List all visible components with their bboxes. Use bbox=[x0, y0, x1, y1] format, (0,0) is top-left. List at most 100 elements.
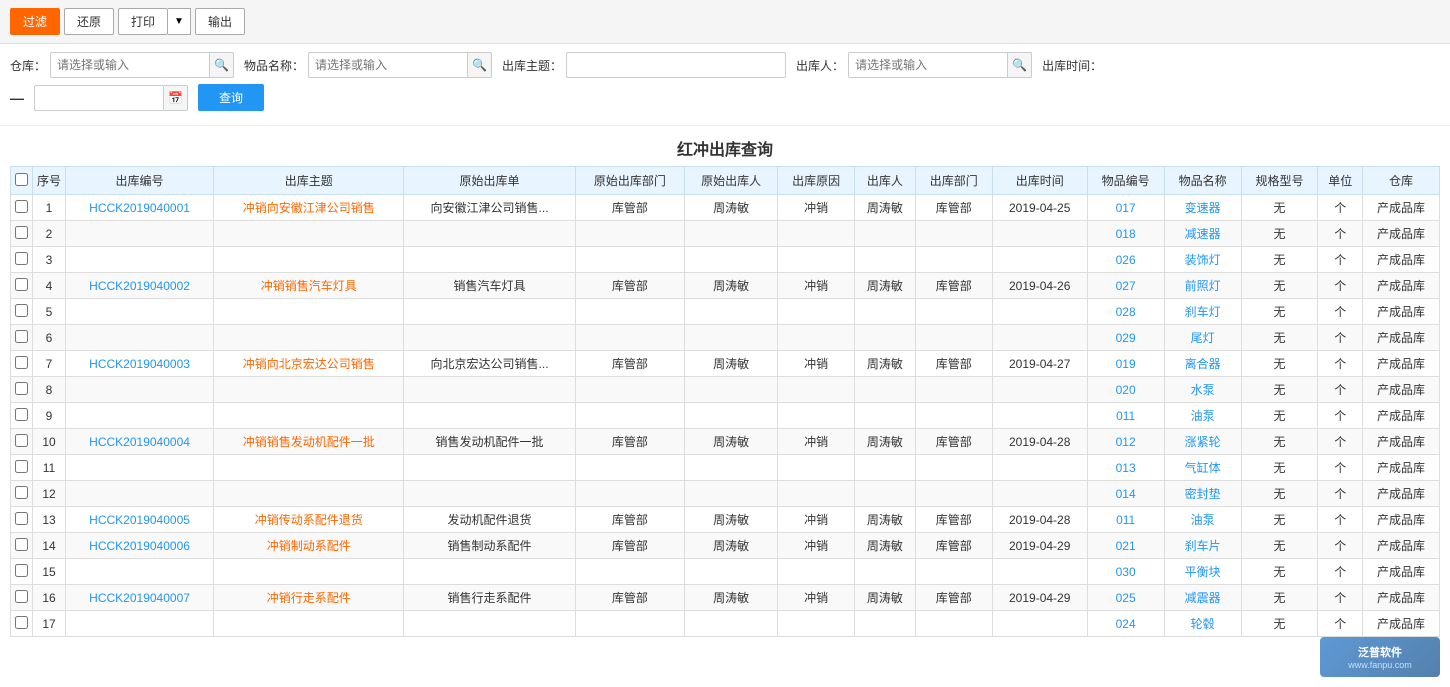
item-name-link[interactable]: 油泵 bbox=[1191, 409, 1215, 423]
item-no-link[interactable]: 013 bbox=[1116, 461, 1136, 475]
row-checkbox[interactable] bbox=[15, 616, 28, 629]
row-checkbox-cell[interactable] bbox=[11, 299, 33, 325]
date-input[interactable] bbox=[34, 85, 164, 111]
row-checkbox-cell[interactable] bbox=[11, 195, 33, 221]
row-checkbox[interactable] bbox=[15, 512, 28, 525]
row-checkbox-cell[interactable] bbox=[11, 377, 33, 403]
warehouse-search-icon[interactable]: 🔍 bbox=[210, 52, 234, 78]
row-checkbox[interactable] bbox=[15, 226, 28, 239]
operator-search-icon[interactable]: 🔍 bbox=[1008, 52, 1032, 78]
row-checkbox-cell[interactable] bbox=[11, 585, 33, 611]
row-checkbox[interactable] bbox=[15, 382, 28, 395]
row-checkbox[interactable] bbox=[15, 408, 28, 421]
subject-link[interactable]: 冲销向北京宏达公司销售 bbox=[243, 357, 375, 371]
row-checkbox[interactable] bbox=[15, 486, 28, 499]
item-name-link[interactable]: 离合器 bbox=[1185, 357, 1221, 371]
item-no-link[interactable]: 019 bbox=[1116, 357, 1136, 371]
row-checkbox-cell[interactable] bbox=[11, 611, 33, 637]
print-button[interactable]: 打印 bbox=[118, 8, 168, 35]
row-checkbox[interactable] bbox=[15, 434, 28, 447]
item-name-link[interactable]: 涨紧轮 bbox=[1185, 435, 1221, 449]
code-link[interactable]: HCCK2019040001 bbox=[89, 201, 190, 215]
item-no-link[interactable]: 029 bbox=[1116, 331, 1136, 345]
row-checkbox[interactable] bbox=[15, 252, 28, 265]
subject-input[interactable] bbox=[566, 52, 786, 78]
row-checkbox-cell[interactable] bbox=[11, 507, 33, 533]
row-checkbox[interactable] bbox=[15, 278, 28, 291]
subject-link[interactable]: 冲销销售汽车灯具 bbox=[261, 279, 357, 293]
item-no-link[interactable]: 024 bbox=[1116, 617, 1136, 631]
code-link[interactable]: HCCK2019040002 bbox=[89, 279, 190, 293]
filter-button[interactable]: 过滤 bbox=[10, 8, 60, 35]
item-no-link[interactable]: 025 bbox=[1116, 591, 1136, 605]
row-checkbox-cell[interactable] bbox=[11, 247, 33, 273]
item-name-link[interactable]: 减速器 bbox=[1185, 227, 1221, 241]
item-no-link[interactable]: 014 bbox=[1116, 487, 1136, 501]
row-checkbox-cell[interactable] bbox=[11, 533, 33, 559]
row-checkbox[interactable] bbox=[15, 590, 28, 603]
item-no-link[interactable]: 030 bbox=[1116, 565, 1136, 579]
row-checkbox-cell[interactable] bbox=[11, 429, 33, 455]
item-name-input[interactable] bbox=[308, 52, 468, 78]
code-link[interactable]: HCCK2019040006 bbox=[89, 539, 190, 553]
code-link[interactable]: HCCK2019040003 bbox=[89, 357, 190, 371]
item-no-link[interactable]: 026 bbox=[1116, 253, 1136, 267]
item-name-link[interactable]: 水泵 bbox=[1191, 383, 1215, 397]
item-name-link[interactable]: 刹车灯 bbox=[1185, 305, 1221, 319]
row-checkbox-cell[interactable] bbox=[11, 559, 33, 585]
item-no-link[interactable]: 028 bbox=[1116, 305, 1136, 319]
item-name-link[interactable]: 前照灯 bbox=[1185, 279, 1221, 293]
row-checkbox[interactable] bbox=[15, 564, 28, 577]
row-checkbox-cell[interactable] bbox=[11, 481, 33, 507]
code-link[interactable]: HCCK2019040005 bbox=[89, 513, 190, 527]
subject-link[interactable]: 冲销行走系配件 bbox=[267, 591, 351, 605]
row-checkbox[interactable] bbox=[15, 538, 28, 551]
row-checkbox[interactable] bbox=[15, 304, 28, 317]
row-checkbox-cell[interactable] bbox=[11, 351, 33, 377]
subject-link[interactable]: 冲销销售发动机配件一批 bbox=[243, 435, 375, 449]
item-name-link[interactable]: 气缸体 bbox=[1185, 461, 1221, 475]
row-checkbox-cell[interactable] bbox=[11, 325, 33, 351]
query-button[interactable]: 查询 bbox=[198, 84, 264, 111]
row-checkbox-cell[interactable] bbox=[11, 455, 33, 481]
item-name-link[interactable]: 密封垫 bbox=[1185, 487, 1221, 501]
select-all-checkbox[interactable] bbox=[15, 173, 28, 186]
code-link[interactable]: HCCK2019040007 bbox=[89, 591, 190, 605]
item-no-link[interactable]: 017 bbox=[1116, 201, 1136, 215]
item-name-link[interactable]: 变速器 bbox=[1185, 201, 1221, 215]
row-checkbox[interactable] bbox=[15, 330, 28, 343]
item-no-link[interactable]: 018 bbox=[1116, 227, 1136, 241]
item-name-link[interactable]: 减震器 bbox=[1185, 591, 1221, 605]
print-dropdown[interactable]: 打印 ▼ bbox=[118, 8, 191, 35]
warehouse-input[interactable] bbox=[50, 52, 210, 78]
calendar-icon[interactable]: 📅 bbox=[164, 85, 188, 111]
item-name-link[interactable]: 油泵 bbox=[1191, 513, 1215, 527]
item-no-link[interactable]: 020 bbox=[1116, 383, 1136, 397]
item-name-link[interactable]: 平衡块 bbox=[1185, 565, 1221, 579]
item-name-link[interactable]: 刹车片 bbox=[1185, 539, 1221, 553]
export-button[interactable]: 输出 bbox=[195, 8, 245, 35]
item-name-link[interactable]: 尾灯 bbox=[1191, 331, 1215, 345]
subject-link[interactable]: 冲销制动系配件 bbox=[267, 539, 351, 553]
item-no-link[interactable]: 012 bbox=[1116, 435, 1136, 449]
print-dropdown-arrow[interactable]: ▼ bbox=[168, 8, 191, 35]
item-no-link[interactable]: 021 bbox=[1116, 539, 1136, 553]
item-no-link[interactable]: 011 bbox=[1116, 513, 1135, 527]
row-checkbox[interactable] bbox=[15, 200, 28, 213]
subject-link[interactable]: 冲销向安徽江津公司销售 bbox=[243, 201, 375, 215]
row-checkbox-cell[interactable] bbox=[11, 403, 33, 429]
subject-link[interactable]: 冲销传动系配件退货 bbox=[255, 513, 363, 527]
item-no-link[interactable]: 011 bbox=[1116, 409, 1135, 423]
item-no-link[interactable]: 027 bbox=[1116, 279, 1136, 293]
item-name-link[interactable]: 装饰灯 bbox=[1185, 253, 1221, 267]
row-checkbox[interactable] bbox=[15, 356, 28, 369]
row-checkbox-cell[interactable] bbox=[11, 273, 33, 299]
reset-button[interactable]: 还原 bbox=[64, 8, 114, 35]
row-checkbox[interactable] bbox=[15, 460, 28, 473]
code-link[interactable]: HCCK2019040004 bbox=[89, 435, 190, 449]
row-checkbox-cell[interactable] bbox=[11, 221, 33, 247]
item-name-search-icon[interactable]: 🔍 bbox=[468, 52, 492, 78]
header-checkbox[interactable] bbox=[11, 167, 33, 195]
item-name-link[interactable]: 轮毂 bbox=[1191, 617, 1215, 631]
operator-input[interactable] bbox=[848, 52, 1008, 78]
